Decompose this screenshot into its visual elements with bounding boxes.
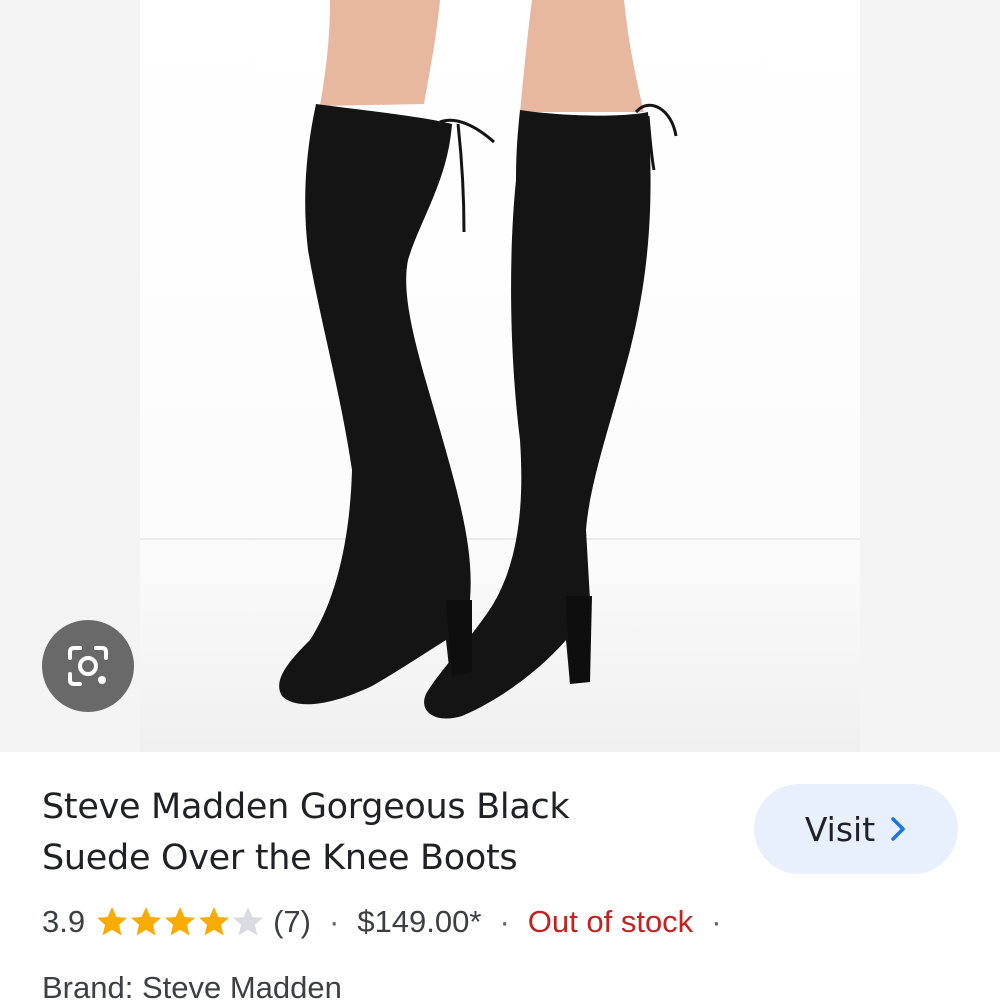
lens-search-button[interactable] bbox=[42, 620, 134, 712]
visit-button[interactable]: Visit bbox=[754, 784, 958, 874]
stock-status: Out of stock bbox=[527, 904, 694, 939]
star-filled-icon bbox=[97, 907, 128, 936]
star-filled-icon bbox=[165, 907, 196, 936]
star-empty-icon bbox=[233, 907, 264, 936]
visit-button-label: Visit bbox=[804, 809, 876, 849]
review-count[interactable]: (7) bbox=[273, 904, 311, 940]
right-heel bbox=[566, 596, 592, 684]
separator-dot: · bbox=[329, 904, 340, 939]
rating-value: 3.9 bbox=[42, 904, 86, 939]
left-leg bbox=[320, 0, 440, 106]
left-boot bbox=[279, 104, 472, 705]
price: $149.00* bbox=[357, 904, 482, 939]
rating-stars bbox=[95, 905, 265, 939]
product-meta-row: 3.9 (7) · $149.00* · Out of stock · bbox=[42, 900, 740, 944]
separator-dot: · bbox=[499, 904, 510, 939]
right-leg bbox=[520, 0, 644, 112]
product-info-panel: Steve Madden Gorgeous Black Suede Over t… bbox=[0, 752, 1000, 1005]
star-filled-icon bbox=[199, 907, 230, 936]
camera-lens-icon bbox=[68, 646, 108, 686]
star-filled-icon bbox=[131, 907, 162, 936]
product-title-line-1: Steve Madden Gorgeous Black bbox=[42, 787, 570, 827]
product-title-line-2: Suede Over the Knee Boots bbox=[42, 838, 518, 878]
chevron-right-icon bbox=[891, 817, 905, 841]
boots-illustration bbox=[279, 0, 678, 719]
separator-dot: · bbox=[711, 904, 722, 939]
product-title[interactable]: Steve Madden Gorgeous Black Suede Over t… bbox=[42, 782, 682, 884]
product-image[interactable] bbox=[0, 0, 1000, 752]
brand-label: Brand: Steve Madden bbox=[42, 970, 342, 1005]
